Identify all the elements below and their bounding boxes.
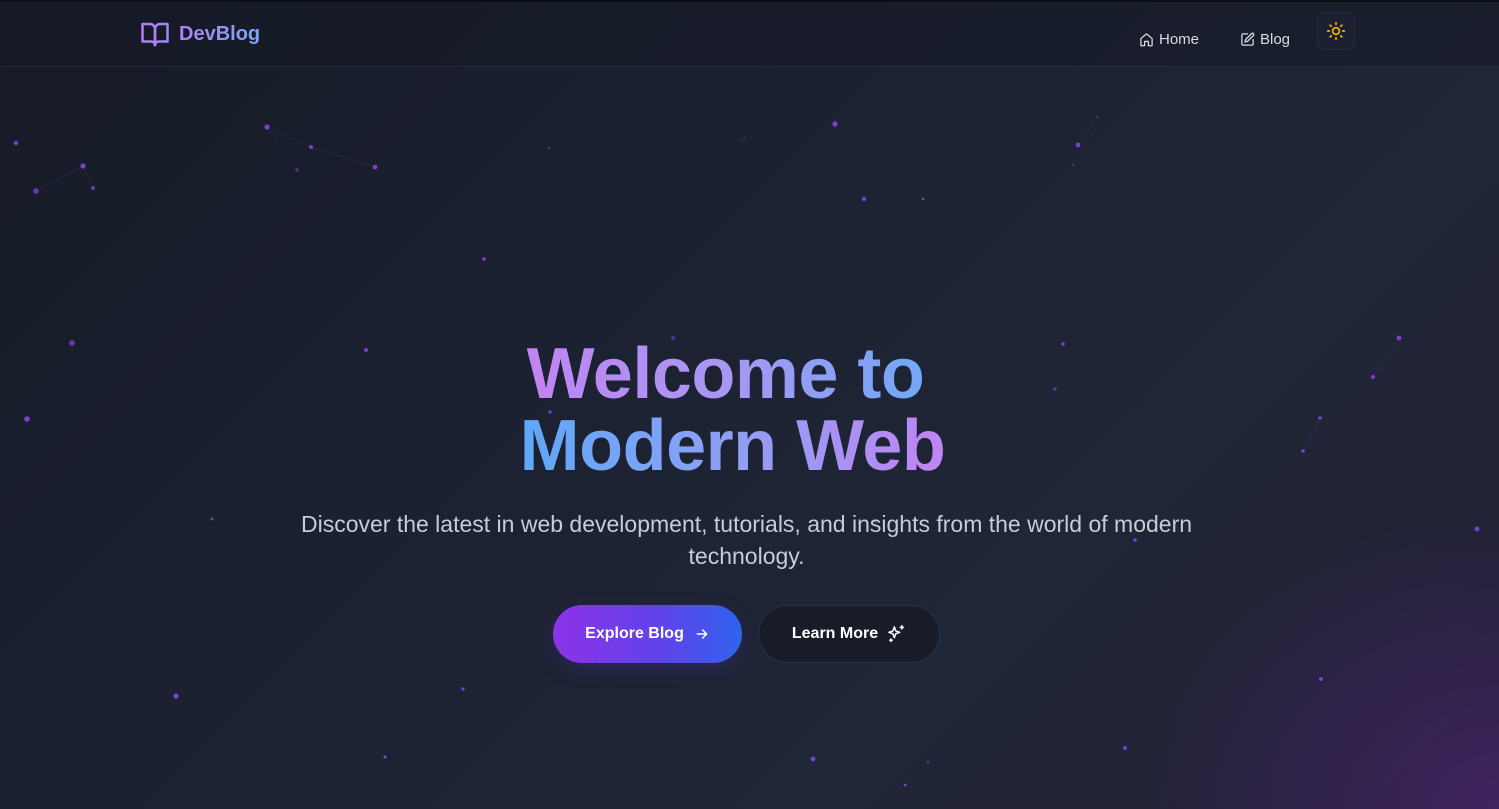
nav-link-home-label: Home <box>1159 31 1200 48</box>
particle <box>810 756 816 762</box>
particle <box>1123 746 1127 750</box>
particle <box>80 163 86 169</box>
particle <box>295 168 299 172</box>
hero-subtitle: Discover the latest in web development, … <box>300 511 1193 569</box>
brand-name: DevBlog <box>179 22 261 45</box>
hero-title: Welcome to Modern Web <box>0 338 1499 482</box>
hero-title-line-1: Welcome to <box>526 334 925 414</box>
particle <box>547 146 551 150</box>
book-open-icon <box>141 22 169 47</box>
particle <box>309 145 313 149</box>
nav-link-blog-label: Blog <box>1260 31 1291 48</box>
particle <box>921 197 925 201</box>
particle <box>903 783 907 787</box>
particle <box>91 186 95 190</box>
learn-more-button-label: Learn More <box>791 625 879 642</box>
particle <box>33 188 39 194</box>
learn-more-button[interactable]: Learn More <box>758 605 940 663</box>
particle <box>173 693 179 699</box>
arrow-right-icon <box>696 629 708 639</box>
hero-title-line-2: Modern Web <box>519 406 946 486</box>
particle <box>383 755 387 759</box>
particle <box>210 517 214 521</box>
nav-link-home[interactable]: Home <box>1139 31 1199 48</box>
theme-toggle-button[interactable] <box>1317 12 1355 50</box>
particle <box>264 124 270 130</box>
edit-icon <box>1241 32 1255 46</box>
brand-logo-link[interactable]: DevBlog <box>139 19 260 49</box>
particle <box>1075 142 1081 148</box>
home-icon <box>1140 33 1153 47</box>
particle <box>742 137 746 141</box>
particle <box>13 140 19 146</box>
particle <box>926 760 930 764</box>
explore-blog-button[interactable]: Explore Blog <box>553 605 742 663</box>
sparkles-icon <box>888 624 905 643</box>
particle <box>832 121 838 127</box>
explore-blog-button-label: Explore Blog <box>585 625 684 642</box>
particle <box>861 196 867 202</box>
sun-icon <box>1326 21 1346 41</box>
particle <box>1474 526 1480 532</box>
particle <box>461 687 465 691</box>
particle <box>1095 115 1099 119</box>
navbar: DevBlog Home Blog <box>0 2 1499 67</box>
particle <box>1071 163 1075 167</box>
particle <box>1319 677 1323 681</box>
nav-link-blog[interactable]: Blog <box>1240 31 1290 48</box>
particle <box>372 164 378 170</box>
particle <box>482 257 486 261</box>
